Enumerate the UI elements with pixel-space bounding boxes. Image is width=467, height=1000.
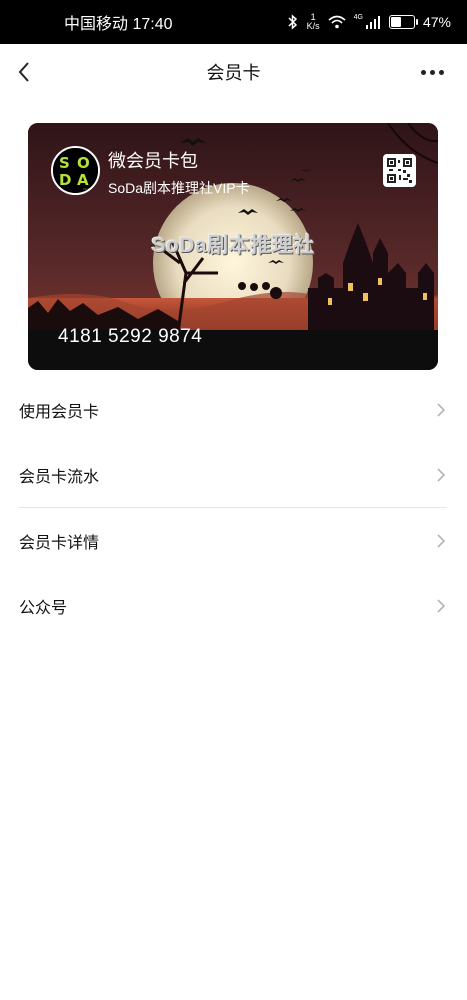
menu-item-card-transactions[interactable]: 会员卡流水 <box>0 442 467 507</box>
status-bar: 中国移动 17:40 1 K/s 4G 47% <box>0 0 467 44</box>
card-brand: 微会员卡包 <box>108 151 198 171</box>
bluetooth-icon <box>288 14 297 30</box>
menu-item-card-details[interactable]: 会员卡详情 <box>0 508 467 573</box>
battery-icon <box>388 15 418 29</box>
menu-item-label: 会员卡详情 <box>19 534 100 552</box>
club-logo: S O D A CLUB <box>51 146 100 195</box>
menu-item-label: 公众号 <box>19 599 68 617</box>
svg-text:S: S <box>59 154 70 172</box>
svg-text:D: D <box>59 171 71 189</box>
carrier-time: 中国移动 17:40 <box>64 16 173 33</box>
qr-code-icon[interactable] <box>383 154 416 187</box>
chevron-left-icon[interactable] <box>14 58 42 86</box>
menu-item-label: 会员卡流水 <box>19 468 100 486</box>
logo-icon: S O D A CLUB <box>53 148 98 193</box>
chevron-right-icon <box>437 598 446 613</box>
wifi-icon <box>328 15 346 29</box>
more-dots-icon[interactable] <box>421 62 447 82</box>
net-speed: 1 K/s <box>307 13 320 31</box>
net-speed-unit: K/s <box>306 21 320 31</box>
svg-text:CLUB: CLUB <box>83 187 91 191</box>
card-center-title: SoDa剧本推理社 <box>151 234 315 257</box>
chevron-right-icon <box>437 402 446 417</box>
nav-bar: 会员卡 <box>0 44 467 100</box>
card-menu: 使用会员卡 会员卡流水 会员卡详情 公众号 <box>0 377 467 638</box>
chevron-right-icon <box>437 467 446 482</box>
battery-percent: 47% <box>422 14 451 30</box>
menu-item-label: 使用会员卡 <box>19 403 100 421</box>
menu-item-official-account[interactable]: 公众号 <box>0 573 467 638</box>
page-title: 会员卡 <box>206 63 261 83</box>
network-type: 4G <box>353 13 363 21</box>
menu-item-use-card[interactable]: 使用会员卡 <box>0 377 467 442</box>
status-icons: 1 K/s 4G 47% <box>287 13 451 31</box>
membership-card[interactable]: S O D A CLUB 微会员卡包 SoDa剧本推理社VIP卡 SoDa剧本推… <box>28 123 438 370</box>
signal-icon <box>365 16 380 29</box>
card-number: 4181 5292 9874 <box>58 326 203 347</box>
card-subtitle: SoDa剧本推理社VIP卡 <box>108 180 250 196</box>
chevron-right-icon <box>437 533 446 548</box>
svg-text:O: O <box>77 154 90 172</box>
